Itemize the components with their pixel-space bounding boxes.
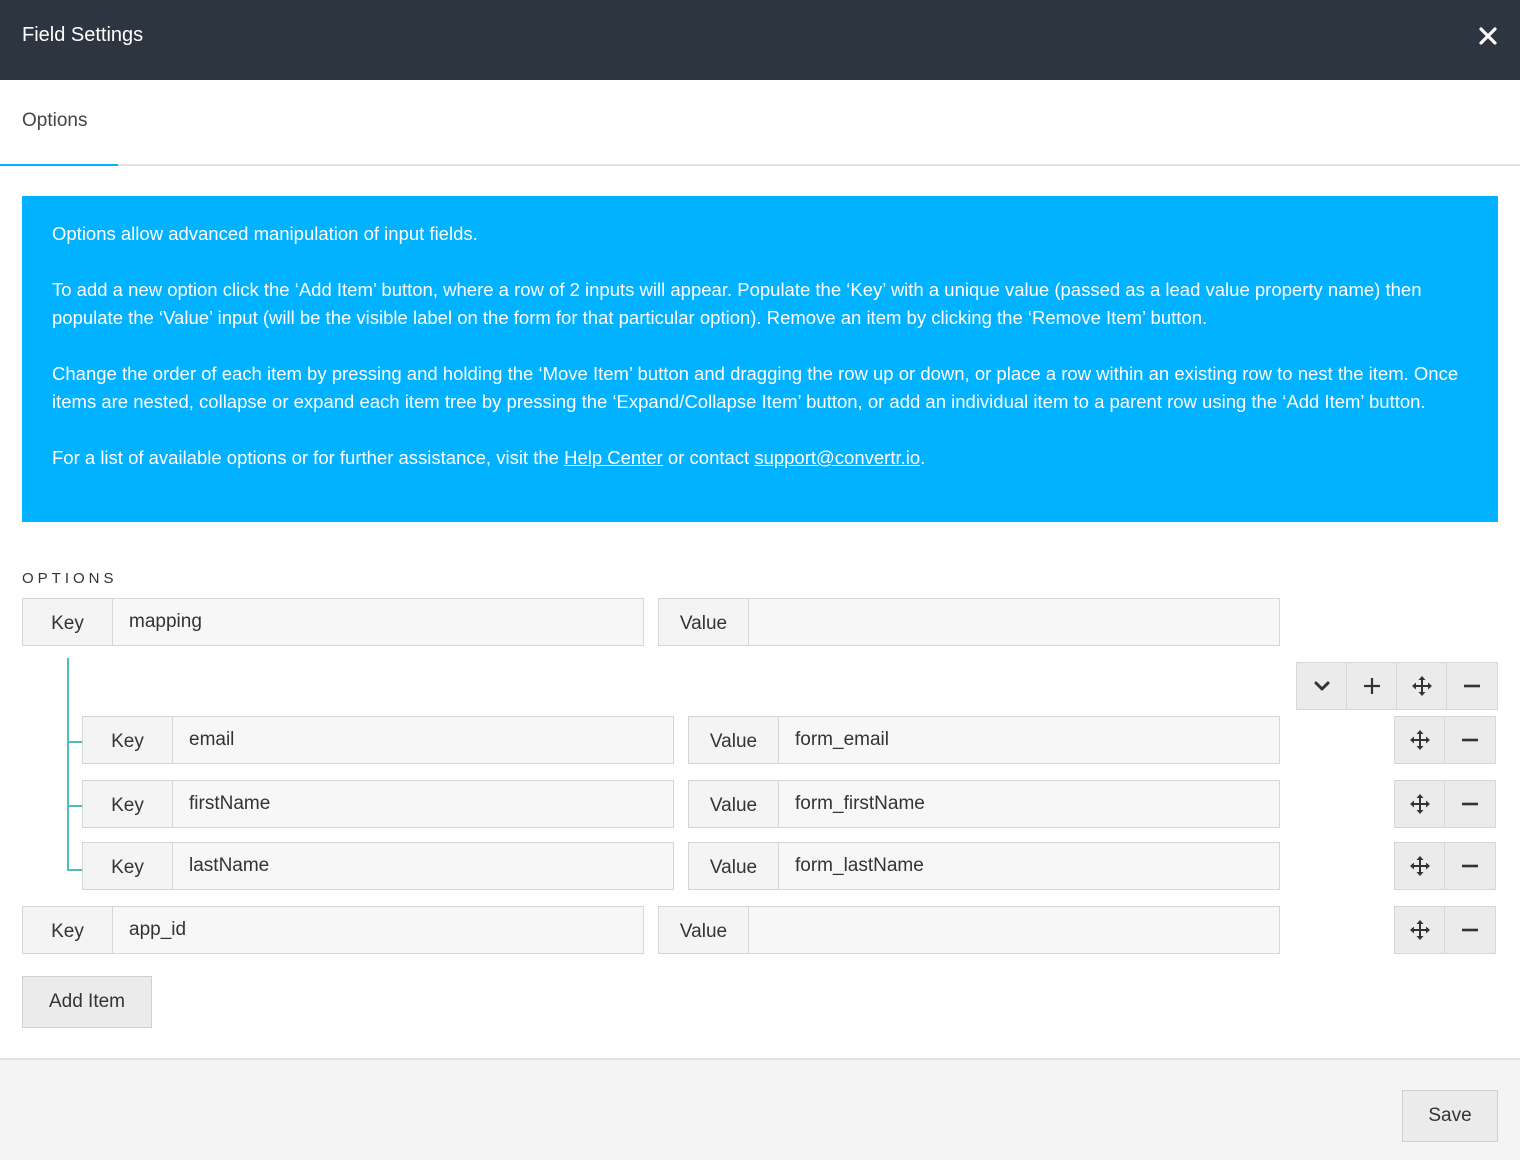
info-panel: Options allow advanced manipulation of i…	[22, 196, 1498, 522]
key-label: Key	[83, 717, 173, 763]
collapse-item-button[interactable]	[1297, 663, 1347, 709]
close-icon	[1479, 27, 1497, 45]
tree-line-vertical	[67, 658, 69, 871]
tab-options-label: Options	[22, 110, 88, 131]
info-paragraph-2: To add a new option click the ‘Add Item’…	[52, 279, 1422, 328]
minus-icon	[1462, 928, 1478, 932]
value-input[interactable]	[749, 599, 1279, 645]
add-item-button[interactable]: Add Item	[22, 976, 152, 1028]
key-input[interactable]	[113, 599, 643, 645]
key-field: Key	[22, 598, 644, 646]
remove-item-button[interactable]	[1445, 907, 1495, 953]
move-icon	[1409, 730, 1430, 750]
key-label: Key	[83, 781, 173, 827]
tab-options[interactable]: Options	[0, 80, 118, 166]
key-field: Key	[82, 842, 674, 890]
minus-icon	[1464, 684, 1480, 688]
tab-bar: Options	[0, 80, 1520, 166]
remove-item-button[interactable]	[1447, 663, 1497, 709]
remove-item-button[interactable]	[1445, 781, 1495, 827]
info-paragraph-1: Options allow advanced manipulation of i…	[52, 223, 478, 244]
move-icon	[1409, 794, 1430, 814]
value-label: Value	[689, 843, 779, 889]
remove-item-button[interactable]	[1445, 717, 1495, 763]
info-paragraph-3: Change the order of each item by pressin…	[52, 363, 1459, 412]
move-item-button[interactable]	[1395, 843, 1445, 889]
key-input[interactable]	[173, 717, 673, 763]
options-section-label: OPTIONS	[22, 570, 118, 587]
value-label: Value	[689, 717, 779, 763]
modal-header: Field Settings	[0, 0, 1520, 80]
tree-line-branch	[67, 741, 83, 743]
info-text: .	[920, 447, 926, 468]
key-label: Key	[23, 599, 113, 645]
key-input[interactable]	[113, 907, 643, 953]
key-input[interactable]	[173, 781, 673, 827]
key-label: Key	[83, 843, 173, 889]
remove-item-button[interactable]	[1445, 843, 1495, 889]
move-item-button[interactable]	[1395, 907, 1445, 953]
key-field: Key	[82, 780, 674, 828]
support-email-link[interactable]: support@convertr.io	[754, 447, 920, 468]
tree-line-branch	[67, 869, 83, 871]
value-field: Value	[688, 780, 1280, 828]
value-label: Value	[659, 599, 749, 645]
move-icon	[1409, 856, 1430, 876]
move-icon	[1411, 676, 1432, 696]
active-tab-indicator	[0, 164, 118, 166]
move-item-button[interactable]	[1397, 663, 1447, 709]
value-field: Value	[658, 906, 1280, 954]
value-input[interactable]	[779, 781, 1279, 827]
key-field: Key	[82, 716, 674, 764]
modal-title: Field Settings	[22, 24, 144, 46]
value-input[interactable]	[779, 843, 1279, 889]
chevron-down-icon	[1314, 681, 1329, 691]
item-controls	[1394, 716, 1496, 764]
help-center-link[interactable]: Help Center	[564, 447, 663, 468]
info-text: For a list of available options or for f…	[52, 447, 565, 468]
value-field: Value	[688, 716, 1280, 764]
add-child-item-button[interactable]	[1347, 663, 1397, 709]
move-icon	[1409, 920, 1430, 940]
key-label: Key	[23, 907, 113, 953]
close-button[interactable]	[1470, 18, 1506, 54]
value-input[interactable]	[749, 907, 1279, 953]
value-label: Value	[659, 907, 749, 953]
value-field: Value	[658, 598, 1280, 646]
info-text: or contact	[662, 447, 755, 468]
item-controls	[1394, 780, 1496, 828]
info-paragraph-4: For a list of available options or for f…	[52, 444, 1468, 472]
parent-item-controls	[1296, 662, 1498, 710]
move-item-button[interactable]	[1395, 717, 1445, 763]
plus-icon	[1363, 678, 1380, 694]
modal-footer	[0, 1058, 1520, 1160]
minus-icon	[1462, 802, 1478, 806]
item-controls	[1394, 906, 1496, 954]
key-field: Key	[22, 906, 644, 954]
key-input[interactable]	[173, 843, 673, 889]
tree-line-branch	[67, 805, 83, 807]
value-input[interactable]	[779, 717, 1279, 763]
minus-icon	[1462, 864, 1478, 868]
value-label: Value	[689, 781, 779, 827]
move-item-button[interactable]	[1395, 781, 1445, 827]
minus-icon	[1462, 738, 1478, 742]
save-button[interactable]: Save	[1402, 1090, 1498, 1142]
value-field: Value	[688, 842, 1280, 890]
item-controls	[1394, 842, 1496, 890]
